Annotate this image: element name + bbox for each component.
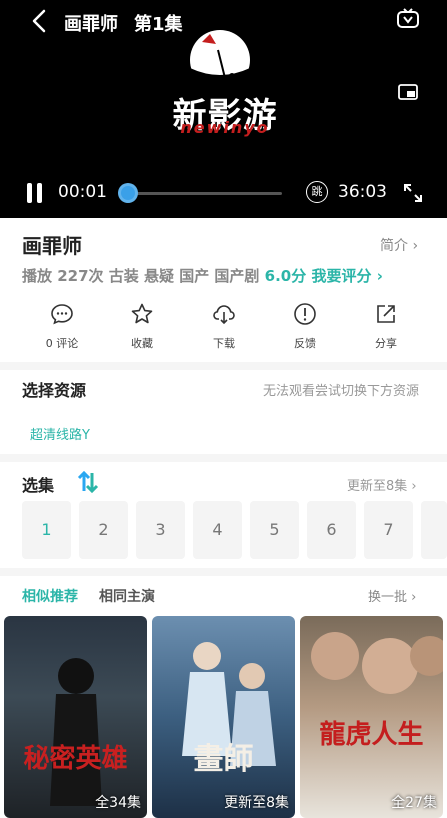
feedback-icon (294, 303, 316, 325)
poster-image (182, 642, 276, 766)
progress-bar[interactable] (124, 192, 282, 195)
poster-art-text: 秘密英雄 (23, 744, 128, 774)
divider (0, 568, 447, 576)
poster-card[interactable]: 秘密英雄 全34集 (4, 616, 147, 818)
poster-tag: 全27集 (391, 795, 437, 811)
tv-cast-icon[interactable] (396, 8, 420, 32)
divider (0, 454, 447, 462)
rate-button[interactable]: 我要评分 › (311, 267, 382, 285)
poster-card[interactable]: 龍虎人生 全27集 (300, 616, 443, 818)
sort-icon[interactable] (77, 471, 99, 493)
source-title: 选择资源 (22, 381, 87, 400)
comment-label: 0 评论 (45, 337, 79, 350)
share-button[interactable]: 分享 (356, 302, 416, 351)
download-button[interactable]: 下载 (194, 302, 254, 351)
meta-tags: 播放 227次 古装 悬疑 国产 国产剧 (22, 267, 260, 285)
action-bar: 0 评论 收藏 下载 反馈 分享 (0, 302, 447, 354)
fullscreen-icon[interactable] (402, 182, 424, 204)
episode-8-partial[interactable] (421, 501, 447, 559)
poster-tag: 全34集 (95, 795, 141, 811)
download-label: 下载 (213, 337, 235, 350)
score: 6.0分 (264, 267, 307, 285)
video-player[interactable]: 画罪师 第1集 新影游 newinyo 00:01 跳 36:03 (0, 0, 447, 218)
poster-card[interactable]: 畫師 更新至8集 (152, 616, 295, 818)
episode-3[interactable]: 3 (136, 501, 185, 559)
skip-intro-icon[interactable]: 跳 (306, 181, 328, 203)
poster-art-text: 畫師 (193, 742, 254, 777)
episode-7[interactable]: 7 (364, 501, 413, 559)
back-icon[interactable] (29, 8, 51, 34)
refresh-button[interactable]: 换一批 › (368, 586, 416, 605)
source-item[interactable]: 超清线路Y (30, 424, 90, 443)
total-time: 36:03 (338, 182, 387, 202)
divider (0, 362, 447, 370)
episode-6[interactable]: 6 (307, 501, 356, 559)
intro-link[interactable]: 简介 › (380, 235, 418, 255)
comment-button[interactable]: 0 评论 (32, 302, 92, 351)
player-title: 画罪师 (64, 14, 118, 35)
tab-similar[interactable]: 相似推荐 (22, 586, 78, 606)
pause-icon[interactable] (24, 181, 46, 205)
source-hint: 无法观看尝试切换下方资源 (263, 384, 420, 399)
tab-same-actors[interactable]: 相同主演 (99, 586, 155, 606)
poster-art-text: 龍虎人生 (319, 720, 424, 750)
episode-5[interactable]: 5 (250, 501, 299, 559)
feedback-label: 反馈 (294, 337, 316, 350)
feedback-button[interactable]: 反馈 (275, 302, 335, 351)
pip-icon[interactable] (398, 82, 418, 102)
episode-4[interactable]: 4 (193, 501, 242, 559)
progress-knob[interactable] (118, 183, 138, 203)
star-icon (131, 303, 153, 324)
meta-line: 播放 227次 古装 悬疑 国产 国产剧 6.0分 我要评分 › (22, 265, 383, 286)
poster-tag: 更新至8集 (224, 795, 289, 811)
poster-image (50, 658, 102, 806)
favorite-label: 收藏 (131, 337, 153, 350)
share-label: 分享 (375, 337, 397, 350)
show-title: 画罪师 (22, 234, 82, 258)
logo-subtitle: newinyo (180, 118, 270, 137)
episodes-title: 选集 (22, 476, 55, 495)
episode-1[interactable]: 1 (22, 501, 71, 559)
update-hint[interactable]: 更新至8集 › (347, 475, 417, 494)
share-icon (377, 305, 395, 323)
comment-icon (51, 304, 73, 325)
favorite-button[interactable]: 收藏 (112, 302, 172, 351)
logo: 新影游 newinyo (150, 28, 300, 168)
current-time: 00:01 (58, 182, 107, 202)
episode-2[interactable]: 2 (79, 501, 128, 559)
download-icon (213, 305, 235, 325)
